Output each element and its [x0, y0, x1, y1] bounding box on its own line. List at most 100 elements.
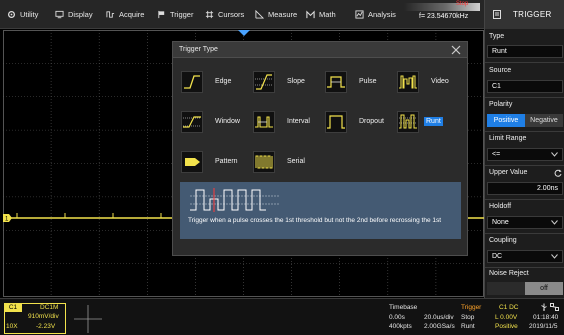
polarity-positive-button[interactable]: Positive [487, 114, 525, 127]
ch1-tag: C1 [4, 303, 22, 312]
timebase-label: Timebase [389, 304, 418, 311]
frequency-counter: Stop f= 23.54670kHz [404, 0, 480, 29]
pattern-icon [181, 151, 203, 173]
pulse-icon [325, 71, 347, 93]
menu-trigger-label: Trigger [170, 10, 194, 19]
dropout-icon [325, 111, 347, 133]
dialog-title: Trigger Type [179, 46, 218, 53]
math-icon [306, 10, 315, 19]
ch1-scale: 910mV/div [28, 313, 59, 320]
timebase-rate: 2.00GSa/s [424, 323, 455, 330]
trigger-type-label: Pulse [359, 78, 377, 85]
upper-value-input[interactable]: 2.00ns [487, 182, 563, 195]
divider [485, 267, 564, 268]
trigger-type-label: Interval [287, 118, 310, 125]
menu-math[interactable]: Math [306, 0, 336, 29]
menu-analysis-label: Analysis [368, 10, 396, 19]
menu-cursors[interactable]: Cursors [205, 0, 244, 29]
menu-utility-label: Utility [20, 10, 39, 19]
clock-date: 2019/11/5 [529, 323, 558, 330]
type-select[interactable]: Runt [487, 45, 563, 58]
holdoff-select[interactable]: None [487, 216, 563, 229]
holdoff-label: Holdoff [489, 203, 512, 210]
menu-analysis[interactable]: Analysis [355, 0, 396, 29]
close-icon[interactable] [451, 45, 461, 55]
timebase-delay: 0.00s [389, 314, 405, 321]
utility-icon [7, 10, 16, 19]
upper-value: 2.00ns [536, 185, 558, 192]
trigger-level: L 0.00V [495, 314, 518, 321]
divider [485, 199, 564, 200]
coupling-value: DC [492, 253, 503, 260]
trigger-type-label: Video [431, 78, 449, 85]
menu-trigger[interactable]: Trigger [157, 0, 193, 29]
noise-reject-value: off [525, 282, 563, 295]
limit-range-select[interactable]: <= [487, 148, 563, 161]
acquire-icon [106, 11, 115, 18]
divider [485, 165, 564, 166]
frequency-sweep-bar [404, 3, 480, 11]
polarity-negative-button[interactable]: Negative [525, 114, 563, 127]
trigger-type-label: Serial [287, 158, 305, 165]
source-value: C1 [492, 83, 501, 90]
display-icon [55, 10, 64, 19]
trigger-type-serial[interactable]: Serial [253, 151, 323, 173]
top-menu-bar: Utility Display Acquire Trigger Cursors … [0, 0, 484, 29]
divider [485, 97, 564, 98]
trigger-type-label: Window [215, 118, 240, 125]
dialog-titlebar: Trigger Type [173, 42, 467, 58]
trigger-type-label: Pattern [215, 158, 238, 165]
frequency-readout: f= 23.54670kHz [419, 13, 469, 20]
trigger-type-interval[interactable]: Interval [253, 111, 323, 133]
acquisition-state: Stop [456, 1, 469, 7]
trigger-type-video[interactable]: Video [397, 71, 467, 93]
noise-reject-label: Noise Reject [489, 270, 529, 277]
menu-cursors-label: Cursors [218, 10, 245, 19]
divider [485, 233, 564, 234]
trigger-type-label: Edge [215, 78, 232, 85]
divider [485, 131, 564, 132]
type-label: Type [489, 33, 505, 40]
trigger-type-label: Dropout [359, 118, 384, 125]
trigger-type-label: Slope [287, 78, 305, 85]
runt-illustration [190, 188, 280, 212]
runt-icon [397, 111, 419, 133]
panel-title: TRIGGER [513, 10, 552, 19]
menu-utility[interactable]: Utility [7, 0, 38, 29]
divider [485, 62, 564, 63]
source-label: Source [489, 67, 512, 74]
serial-icon [253, 151, 275, 173]
panel-header[interactable]: TRIGGER [485, 0, 564, 29]
polarity-label: Polarity [489, 101, 513, 108]
limit-range-value: <= [492, 151, 501, 158]
menu-icon [493, 10, 501, 19]
video-icon [397, 71, 419, 93]
trigger-type-pulse[interactable]: Pulse [325, 71, 395, 93]
adjust-knob-icon [554, 169, 562, 177]
ch1-bandwidth: DC1M [40, 304, 59, 311]
menu-acquire-label: Acquire [119, 10, 145, 19]
type-value: Runt [492, 48, 507, 55]
trigger-type-edge[interactable]: Edge [181, 71, 251, 93]
trigger-type-window[interactable]: Window [181, 111, 251, 133]
trigger-status-label: Trigger [461, 304, 482, 311]
trigger-type-pattern[interactable]: Pattern [181, 151, 251, 173]
trigger-position-marker[interactable] [238, 30, 250, 36]
ch1-ground-marker[interactable]: 1 [3, 214, 12, 222]
cursors-icon [205, 10, 214, 19]
trigger-type-dropout[interactable]: Dropout [325, 111, 395, 133]
menu-acquire[interactable]: Acquire [106, 0, 144, 29]
analysis-icon [355, 10, 364, 19]
trigger-source: C1 DC [499, 304, 519, 311]
ch1-offset: -2.23V [36, 323, 56, 330]
source-select[interactable]: C1 [487, 80, 563, 93]
ch1-probe: 10X [6, 323, 18, 330]
trigger-type-runt[interactable]: Runt [397, 111, 467, 133]
trigger-type-slope[interactable]: Slope [253, 71, 323, 93]
coupling-select[interactable]: DC [487, 250, 563, 263]
interval-icon [253, 111, 275, 133]
chevron-down-icon [551, 220, 558, 225]
menu-display[interactable]: Display [55, 0, 93, 29]
noise-reject-toggle[interactable]: off [487, 282, 563, 295]
menu-measure[interactable]: Measure [255, 0, 297, 29]
